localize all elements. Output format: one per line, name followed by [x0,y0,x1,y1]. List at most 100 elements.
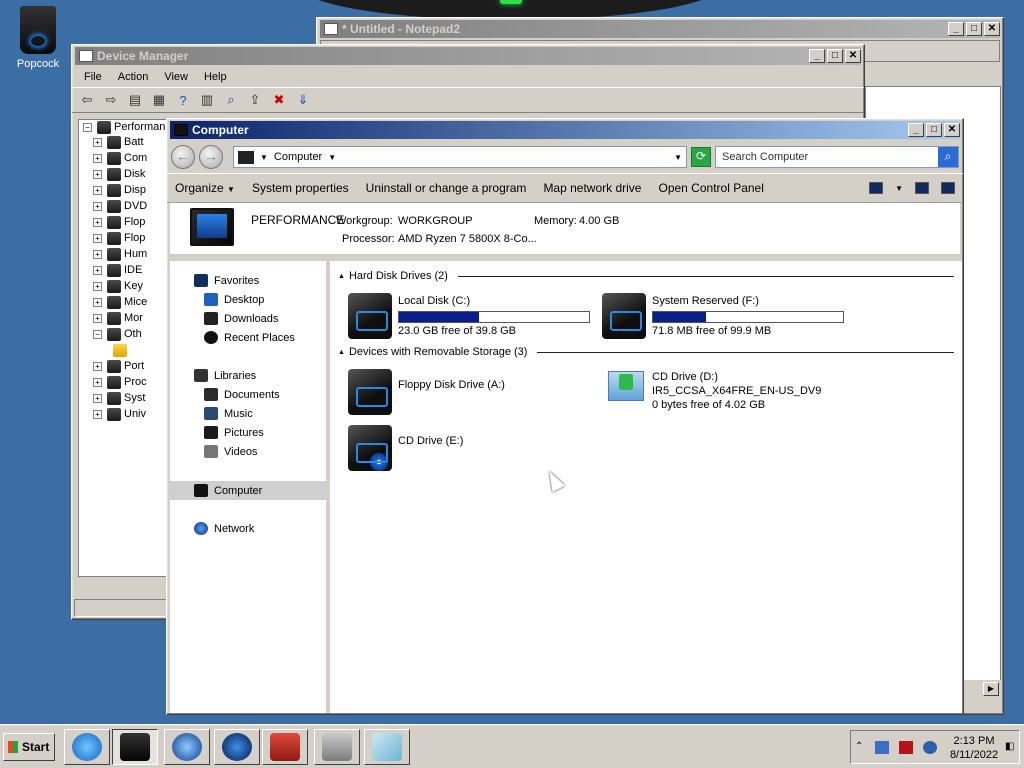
expand-icon[interactable]: + [93,409,102,419]
nav-videos[interactable]: Videos [170,442,328,461]
tree-item[interactable]: + Batt [79,134,167,150]
menu-view[interactable]: View [156,71,196,83]
expand-icon[interactable]: + [93,393,102,403]
drive-d[interactable]: CD Drive (D:) IR5_CCSA_X64FRE_EN-US_DV9 … [608,367,908,417]
minimize-button[interactable]: _ [948,22,964,36]
expand-icon[interactable]: + [93,233,102,243]
nav-libraries[interactable]: Libraries [170,366,328,385]
search-input[interactable]: Search Computer [722,151,938,163]
menu-file[interactable]: File [76,71,110,83]
tree-item[interactable]: + Key [79,278,167,294]
tree-item[interactable]: + DVD [79,198,167,214]
menu-help[interactable]: Help [196,71,235,83]
drive-e[interactable]: CD Drive (E:) [348,423,588,473]
tree-item[interactable]: + Hum [79,246,167,262]
show-desktop-icon[interactable]: ◧ [1005,741,1019,754]
expand-icon[interactable]: + [93,281,102,291]
taskbar-internet-explorer[interactable] [64,729,110,765]
taskbar-toolbox[interactable] [262,729,308,765]
collapse-triangle-icon[interactable]: ▲ [338,273,345,280]
notepad-titlebar[interactable]: * Untitled - Notepad2 _ □ ✕ [320,20,1000,38]
maximize-button[interactable]: □ [827,49,843,63]
expand-icon[interactable]: + [93,153,102,163]
uninstall-device-icon[interactable]: ✖ [270,92,288,108]
taskbar-notepad[interactable] [364,729,410,765]
nav-music[interactable]: Music [170,404,328,423]
tree-item[interactable]: + Disk [79,166,167,182]
close-button[interactable]: ✕ [845,49,861,63]
back-arrow-icon[interactable]: ⇦ [78,92,96,108]
expand-icon[interactable]: + [93,377,102,387]
nav-pictures[interactable]: Pictures [170,423,328,442]
group-hard-disk-drives[interactable]: ▲ Hard Disk Drives (2) [338,270,954,282]
tree-item[interactable]: + Disp [79,182,167,198]
maximize-button[interactable]: □ [966,22,982,36]
chevron-down-icon[interactable]: ▼ [328,153,336,162]
nav-computer[interactable]: Computer [170,481,328,500]
open-control-panel-button[interactable]: Open Control Panel [658,181,763,195]
start-button[interactable]: Start [3,733,55,761]
tree-item[interactable]: + Com [79,150,167,166]
address-bar[interactable]: ▼ Computer ▼ ▼ [233,146,687,168]
explorer-window[interactable]: Computer _ □ ✕ ← → ▼ Computer ▼ ▼ ⟳ Sear… [166,118,964,715]
scan-hardware-icon[interactable]: ⌕ [222,92,240,108]
address-text[interactable]: Computer [274,151,322,163]
preview-pane-icon[interactable] [915,182,929,194]
uninstall-program-button[interactable]: Uninstall or change a program [366,181,527,195]
help-icon[interactable] [941,182,955,194]
nav-documents[interactable]: Documents [170,385,328,404]
close-button[interactable]: ✕ [944,123,960,137]
view-options-chevron-icon[interactable]: ▼ [895,184,903,193]
tree-item[interactable]: + IDE [79,262,167,278]
help-icon[interactable]: ? [174,92,192,108]
expand-icon[interactable]: − [93,329,102,339]
map-network-drive-button[interactable]: Map network drive [543,181,641,195]
tree-item[interactable]: + Mice [79,294,167,310]
tree-item[interactable]: + Mor [79,310,167,326]
tree-item[interactable]: + Port [79,358,167,374]
address-dropdown-icon[interactable]: ▼ [674,153,682,162]
forward-button[interactable]: → [199,145,223,169]
explorer-titlebar[interactable]: Computer _ □ ✕ [170,121,960,139]
maximize-button[interactable]: □ [926,123,942,137]
expand-icon[interactable]: + [93,297,102,307]
nav-desktop[interactable]: Desktop [170,290,328,309]
close-button[interactable]: ✕ [984,22,1000,36]
nav-favorites[interactable]: Favorites [170,271,328,290]
forward-arrow-icon[interactable]: ⇨ [102,92,120,108]
group-removable-storage[interactable]: ▲ Devices with Removable Storage (3) [338,346,954,358]
taskbar-device-manager[interactable] [314,729,360,765]
expand-icon[interactable]: + [93,185,102,195]
tree-item[interactable]: + Univ [79,406,167,422]
system-properties-button[interactable]: System properties [252,181,349,195]
device-manager-titlebar[interactable]: Device Manager _ □ ✕ [75,47,861,65]
taskbar-network[interactable] [214,729,260,765]
action-center-icon[interactable] [899,741,913,754]
menu-action[interactable]: Action [110,71,157,83]
tree-item[interactable]: + Proc [79,374,167,390]
nav-network[interactable]: Network [170,519,328,538]
drive-a[interactable]: Floppy Disk Drive (A:) [348,367,588,417]
expand-icon[interactable]: + [93,137,102,147]
tree-item[interactable] [79,342,167,358]
back-button[interactable]: ← [171,145,195,169]
taskbar-computer[interactable] [112,729,158,765]
action-view-icon[interactable]: ▥ [198,92,216,108]
refresh-button[interactable]: ⟳ [691,147,711,167]
tree-item[interactable]: + Flop [79,214,167,230]
desktop-icon-popcock[interactable]: Popcock [12,6,64,70]
scroll-right-arrow-icon[interactable]: ▶ [983,682,999,696]
expand-icon[interactable]: + [93,217,102,227]
change-view-icon[interactable] [869,182,884,194]
show-hidden-icons-chevron-icon[interactable]: ⌃ [855,741,869,754]
expand-icon[interactable]: + [93,201,102,211]
tree-item[interactable]: − Oth [79,326,167,342]
show-hide-tree-icon[interactable]: ▤ [126,92,144,108]
nav-downloads[interactable]: Downloads [170,309,328,328]
update-driver-icon[interactable]: ⇪ [246,92,264,108]
tree-root[interactable]: − Performan [79,120,167,134]
expand-icon[interactable]: + [93,265,102,275]
drive-c[interactable]: Local Disk (C:) 23.0 GB free of 39.8 GB [348,291,598,341]
taskbar-media-player[interactable] [164,729,210,765]
clock[interactable]: 2:13 PM 8/11/2022 [949,734,999,762]
